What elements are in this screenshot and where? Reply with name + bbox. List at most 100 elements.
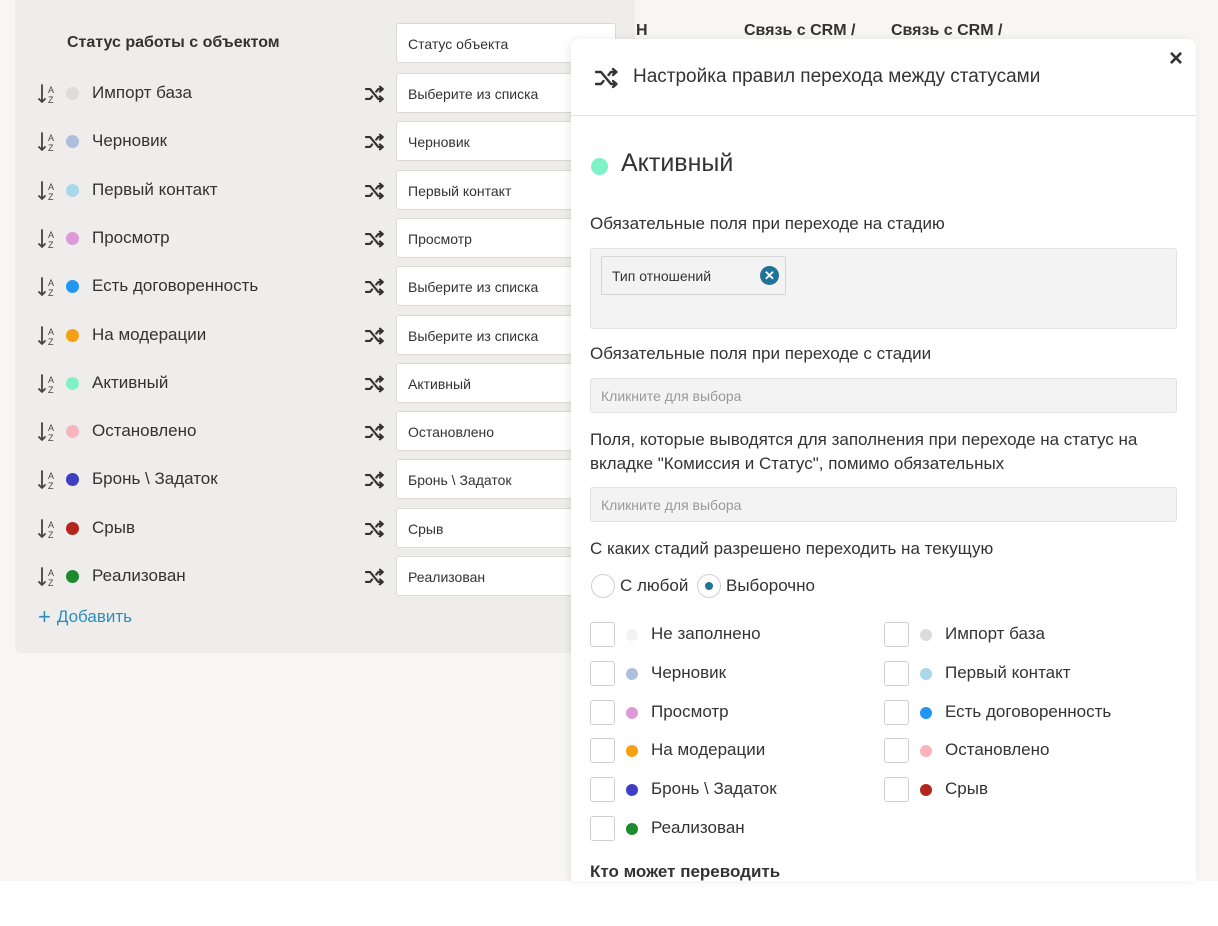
status-checkbox-label: Не заполнено [651,624,761,643]
svg-text:A: A [48,278,54,288]
required-from-field[interactable] [590,378,1177,413]
status-checkbox[interactable] [590,816,615,841]
svg-text:Z: Z [48,481,54,491]
shuffle-icon[interactable] [364,230,385,248]
sort-icon[interactable]: AZ [38,83,58,105]
sort-icon[interactable]: AZ [38,228,58,250]
status-checkbox[interactable] [590,699,615,725]
svg-text:Z: Z [48,288,54,298]
status-checkbox-label: Просмотр [651,701,729,721]
status-checkbox[interactable] [590,738,615,764]
status-checkbox[interactable] [590,622,615,647]
shuffle-icon[interactable] [364,278,385,296]
status-row: A Z Черновик Черновик [0,121,640,162]
sort-icon[interactable]: AZ [38,469,58,491]
status-checkbox[interactable] [884,777,909,803]
status-color-dot [66,425,79,439]
sort-icon[interactable]: AZ [38,518,58,540]
status-color-dot [626,823,638,835]
status-name: Черновик [92,131,168,151]
status-checkbox[interactable] [884,699,909,725]
status-name: Остановлено [92,421,197,441]
status-color-dot [920,667,932,680]
add-status-link[interactable]: + Добавить [38,604,132,630]
status-row: A Z Есть договоренность Выберите из списка [0,266,640,307]
status-row: A Z Бронь \ Задаток Бронь \ Задаток [0,459,640,500]
status-checkbox-item: Остановлено [884,738,1174,764]
status-color-dot [920,706,932,719]
status-color-dot [626,706,638,719]
svg-text:Z: Z [48,337,54,347]
sort-icon[interactable]: AZ [38,566,58,588]
modal-header: Настройка правил перехода между статусам… [571,39,1196,116]
status-checkbox-label: Первый контакт [945,662,1071,682]
status-color-dot [66,280,79,294]
status-row: A Z На модерации Выберите из списка [0,314,640,355]
status-name: Реализован [92,566,186,585]
status-color-dot [626,667,638,680]
shuffle-icon[interactable] [364,520,385,538]
sort-icon[interactable]: AZ [38,421,58,443]
radio-selective[interactable] [697,574,721,598]
column-title-status: Статус работы с объектом [67,34,280,51]
status-checkbox[interactable] [884,660,909,686]
shuffle-icon[interactable] [364,568,385,586]
sort-icon[interactable]: AZ [38,373,58,395]
svg-text:Z: Z [48,530,54,540]
extra-fields-field[interactable] [590,487,1177,522]
sort-icon[interactable]: AZ [38,276,58,298]
status-color-dot [66,473,79,487]
field-tag: Тип отношений ✕ [601,256,786,295]
status-row: A Z Реализован Реализован [0,556,640,596]
required-to-field[interactable]: Тип отношений ✕ [590,248,1177,329]
close-icon[interactable]: × [1166,47,1186,71]
svg-text:A: A [48,423,54,433]
status-color-dot [66,521,79,535]
status-name: Первый контакт [92,179,218,199]
svg-text:A: A [48,471,54,481]
status-name: На модерации [92,324,207,344]
status-checkbox-item: Бронь \ Задаток [590,777,880,803]
status-row: A Z Импорт база Выберите из списка [0,73,640,113]
sort-icon[interactable]: AZ [38,325,58,347]
svg-text:A: A [48,520,54,530]
status-row: A Z Срыв Срыв [0,507,640,548]
status-row: A Z Остановлено Остановлено [0,411,640,452]
shuffle-icon[interactable] [364,375,385,393]
sort-icon[interactable]: AZ [38,131,58,153]
status-checkbox[interactable] [884,622,909,647]
shuffle-icon[interactable] [364,133,385,151]
status-name: Активный [92,372,169,392]
status-checkbox[interactable] [590,660,615,686]
column-header-partial: Н [636,22,648,39]
extra-fields-label: Поля, которые выводятся для заполнения п… [590,430,1138,473]
radio-selective-label: Выборочно [726,576,815,595]
status-color-dot [626,629,638,641]
svg-text:A: A [48,327,54,337]
remove-tag-icon[interactable]: ✕ [760,266,779,285]
sort-icon[interactable]: AZ [38,180,58,202]
status-color-dot [66,376,79,390]
shuffle-icon[interactable] [364,423,385,441]
status-name: Есть договоренность [92,276,259,296]
status-color-dot [66,87,79,100]
status-checkbox[interactable] [590,777,615,803]
shuffle-icon[interactable] [364,471,385,489]
radio-any[interactable] [591,574,615,598]
status-checkbox-label: Остановлено [945,740,1050,760]
status-row: A Z Просмотр Просмотр [0,217,640,258]
svg-text:A: A [48,133,54,143]
shuffle-icon[interactable] [364,182,385,200]
status-color-dot [920,745,932,758]
field-tag-label: Тип отношений [612,268,712,284]
radio-any-label: С любой [620,576,689,595]
status-checkbox-label: На модерации [651,740,766,760]
status-checkbox-label: Срыв [945,779,988,799]
status-row: A Z Первый контакт Первый контакт [0,169,640,210]
column-header-crm-1: Связь с CRM / [744,22,856,39]
shuffle-icon[interactable] [364,85,385,103]
shuffle-icon[interactable] [364,327,385,345]
allowed-from-label: С каких стадий разрешено переходить на т… [590,539,994,558]
status-checkbox[interactable] [884,738,909,764]
status-color-dot [66,328,79,342]
